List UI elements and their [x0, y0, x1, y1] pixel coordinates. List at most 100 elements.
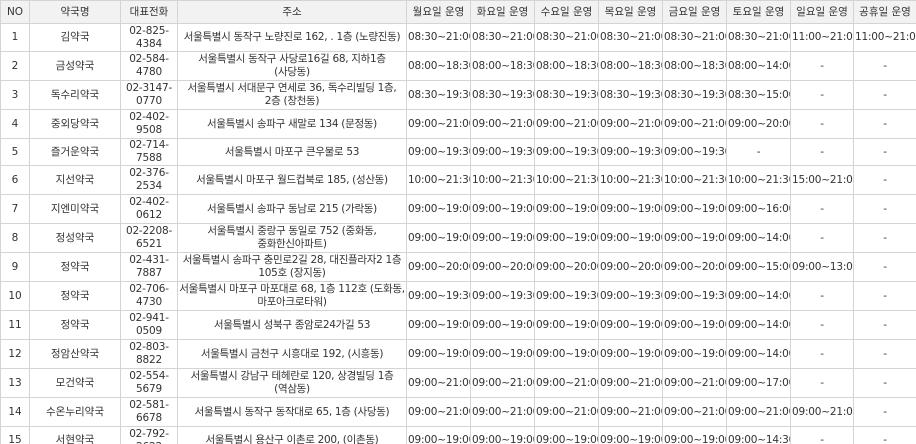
cell-friday: 08:30~19:30 — [662, 80, 727, 110]
cell-phone: 02-402-0612 — [120, 194, 178, 224]
cell-address: 서울특별시 용산구 이촌로 200, (이촌동) — [177, 426, 407, 444]
cell-holiday: - — [853, 194, 916, 224]
cell-friday: 09:00~21:00 — [662, 368, 727, 398]
cell-sunday: - — [790, 281, 854, 311]
cell-tuesday: 09:00~19:30 — [470, 138, 535, 166]
cell-saturday: 09:00~14:00 — [726, 223, 791, 253]
cell-saturday: 09:00~14:00 — [726, 310, 791, 340]
cell-friday: 09:00~19:30 — [662, 138, 727, 166]
cell-no: 2 — [0, 51, 30, 81]
table-row[interactable]: 11 정약국 02-941-0509 서울특별시 성북구 종암로24가길 53 09:0… — [0, 310, 916, 340]
header-wednesday[interactable]: 수요일 운영 — [534, 0, 599, 24]
cell-thursday: 08:30~19:30 — [598, 80, 663, 110]
header-phone[interactable]: 대표전화 — [120, 0, 178, 24]
cell-holiday: - — [853, 165, 916, 195]
cell-friday: 10:00~21:30 — [662, 165, 727, 195]
header-address[interactable]: 주소 — [177, 0, 407, 24]
header-sunday[interactable]: 일요일 운영 — [790, 0, 854, 24]
cell-sunday: - — [790, 310, 854, 340]
header-holiday[interactable]: 공휴일 운영 — [853, 0, 916, 24]
table-row[interactable]: 12 정암산약국 02-803-8822 서울특별시 금천구 시흥대로 192, (시… — [0, 339, 916, 369]
cell-address: 서울특별시 동작구 사당로16길 68, 지하1층 (사당동) — [177, 51, 407, 81]
cell-pharmacy-name: 즐거운약국 — [29, 138, 121, 166]
table-row[interactable]: 3 독수리약국 02-3147-0770 서울특별시 서대문구 연세로 36, 독수리… — [0, 80, 916, 110]
header-thursday[interactable]: 목요일 운영 — [598, 0, 663, 24]
cell-monday: 09:00~19:00 — [406, 194, 471, 224]
cell-saturday: 10:00~21:30 — [726, 165, 791, 195]
cell-holiday: - — [853, 223, 916, 253]
table-row[interactable]: 13 모건약국 02-554-5679 서울특별시 강남구 테헤란로 120, 상경빌… — [0, 368, 916, 398]
cell-address: 서울특별시 금천구 시흥대로 192, (시흥동) — [177, 339, 407, 369]
cell-friday: 09:00~19:00 — [662, 310, 727, 340]
cell-address: 서울특별시 서대문구 연세로 36, 독수리빌딩 1층, 2층 (창천동) — [177, 80, 407, 110]
cell-tuesday: 08:30~21:00 — [470, 23, 535, 52]
table-row[interactable]: 5 즐거운약국 02-714-7588 서울특별시 마포구 큰우물로 53 09:00~… — [0, 138, 916, 166]
cell-wednesday: 09:00~20:00 — [534, 252, 599, 282]
cell-phone: 02-803-8822 — [120, 339, 178, 369]
table-row[interactable]: 2 금성약국 02-584-4780 서울특별시 동작구 사당로16길 68, 지하1… — [0, 51, 916, 81]
cell-phone: 02-714-7588 — [120, 138, 178, 166]
cell-no: 8 — [0, 223, 30, 253]
cell-address: 서울특별시 강남구 테헤란로 120, 상경빌딩 1층 (역삼동) — [177, 368, 407, 398]
cell-pharmacy-name: 서현약국 — [29, 426, 121, 444]
cell-thursday: 09:00~20:00 — [598, 252, 663, 282]
cell-sunday: - — [790, 426, 854, 444]
cell-monday: 09:00~20:00 — [406, 252, 471, 282]
cell-friday: 09:00~19:30 — [662, 281, 727, 311]
table-row[interactable]: 14 수온누리약국 02-581-6678 서울특별시 동작구 동작대로 65, 1층… — [0, 397, 916, 427]
cell-tuesday: 09:00~19:00 — [470, 426, 535, 444]
cell-tuesday: 09:00~19:30 — [470, 281, 535, 311]
cell-tuesday: 09:00~21:00 — [470, 397, 535, 427]
cell-address: 서울특별시 마포구 마포대로 68, 1층 112호 (도화동, 마포아크로타워… — [177, 281, 407, 311]
table-row[interactable]: 1 김약국 02-825-4384 서울특별시 동작구 노량진로 162, . 1층 … — [0, 23, 916, 52]
cell-friday: 09:00~20:00 — [662, 252, 727, 282]
cell-tuesday: 09:00~20:00 — [470, 252, 535, 282]
pharmacy-table-container: NO 약국명 대표전화 주소 월요일 운영 화요일 운영 수요일 운영 목요일 … — [0, 0, 916, 444]
table-row[interactable]: 4 중외당약국 02-402-9508 서울특별시 송파구 새말로 134 (문정동)… — [0, 109, 916, 139]
cell-pharmacy-name: 수온누리약국 — [29, 397, 121, 427]
cell-saturday: 09:00~21:00 — [726, 397, 791, 427]
header-tuesday[interactable]: 화요일 운영 — [470, 0, 535, 24]
cell-sunday: - — [790, 368, 854, 398]
cell-no: 4 — [0, 109, 30, 139]
header-saturday[interactable]: 토요일 운영 — [726, 0, 791, 24]
cell-pharmacy-name: 독수리약국 — [29, 80, 121, 110]
cell-pharmacy-name: 금성약국 — [29, 51, 121, 81]
cell-phone: 02-706-4730 — [120, 281, 178, 311]
table-row[interactable]: 8 정성약국 02-2208-6521 서울특별시 중랑구 동일로 752 (중화동,… — [0, 223, 916, 253]
cell-wednesday: 09:00~19:00 — [534, 194, 599, 224]
cell-address: 서울특별시 중랑구 동일로 752 (중화동, 중화한신아파트) — [177, 223, 407, 253]
cell-friday: 09:00~19:00 — [662, 339, 727, 369]
table-row[interactable]: 10 정약국 02-706-4730 서울특별시 마포구 마포대로 68, 1층 11… — [0, 281, 916, 311]
table-row[interactable]: 6 지선약국 02-376-2534 서울특별시 마포구 월드컵북로 185, (성산… — [0, 165, 916, 195]
table-row[interactable]: 7 지엔미약국 02-402-0612 서울특별시 송파구 동남로 215 (가락동)… — [0, 194, 916, 224]
cell-thursday: 09:00~21:00 — [598, 368, 663, 398]
table-row[interactable]: 15서현약국02-792-2622서울특별시 용산구 이촌로 200, (이촌동… — [0, 426, 916, 444]
cell-wednesday: 08:30~21:00 — [534, 23, 599, 52]
cell-phone: 02-581-6678 — [120, 397, 178, 427]
cell-saturday: 08:00~14:00 — [726, 51, 791, 81]
header-monday[interactable]: 월요일 운영 — [406, 0, 471, 24]
cell-wednesday: 09:00~21:00 — [534, 368, 599, 398]
header-pharmacy-name[interactable]: 약국명 — [29, 0, 121, 24]
cell-address: 서울특별시 마포구 큰우물로 53 — [177, 138, 407, 166]
cell-wednesday: 10:00~21:30 — [534, 165, 599, 195]
cell-sunday: 09:00~13:00 — [790, 252, 854, 282]
cell-pharmacy-name: 정성약국 — [29, 223, 121, 253]
cell-thursday: 09:00~19:00 — [598, 223, 663, 253]
cell-holiday: - — [853, 339, 916, 369]
cell-friday: 08:30~21:00 — [662, 23, 727, 52]
cell-thursday: 09:00~19:30 — [598, 138, 663, 166]
cell-holiday: - — [853, 138, 916, 166]
cell-monday: 09:00~19:30 — [406, 138, 471, 166]
cell-sunday: - — [790, 109, 854, 139]
cell-monday: 09:00~19:30 — [406, 281, 471, 311]
cell-friday: 09:00~19:00 — [662, 426, 727, 444]
table-row[interactable]: 9 정약국 02-431-7887 서울특별시 송파구 충민로2길 28, 대진플라자… — [0, 252, 916, 282]
cell-phone: 02-376-2534 — [120, 165, 178, 195]
cell-pharmacy-name: 정약국 — [29, 281, 121, 311]
cell-phone: 02-3147-0770 — [120, 80, 178, 110]
cell-tuesday: 10:00~21:30 — [470, 165, 535, 195]
header-friday[interactable]: 금요일 운영 — [662, 0, 727, 24]
header-no[interactable]: NO — [0, 0, 30, 24]
